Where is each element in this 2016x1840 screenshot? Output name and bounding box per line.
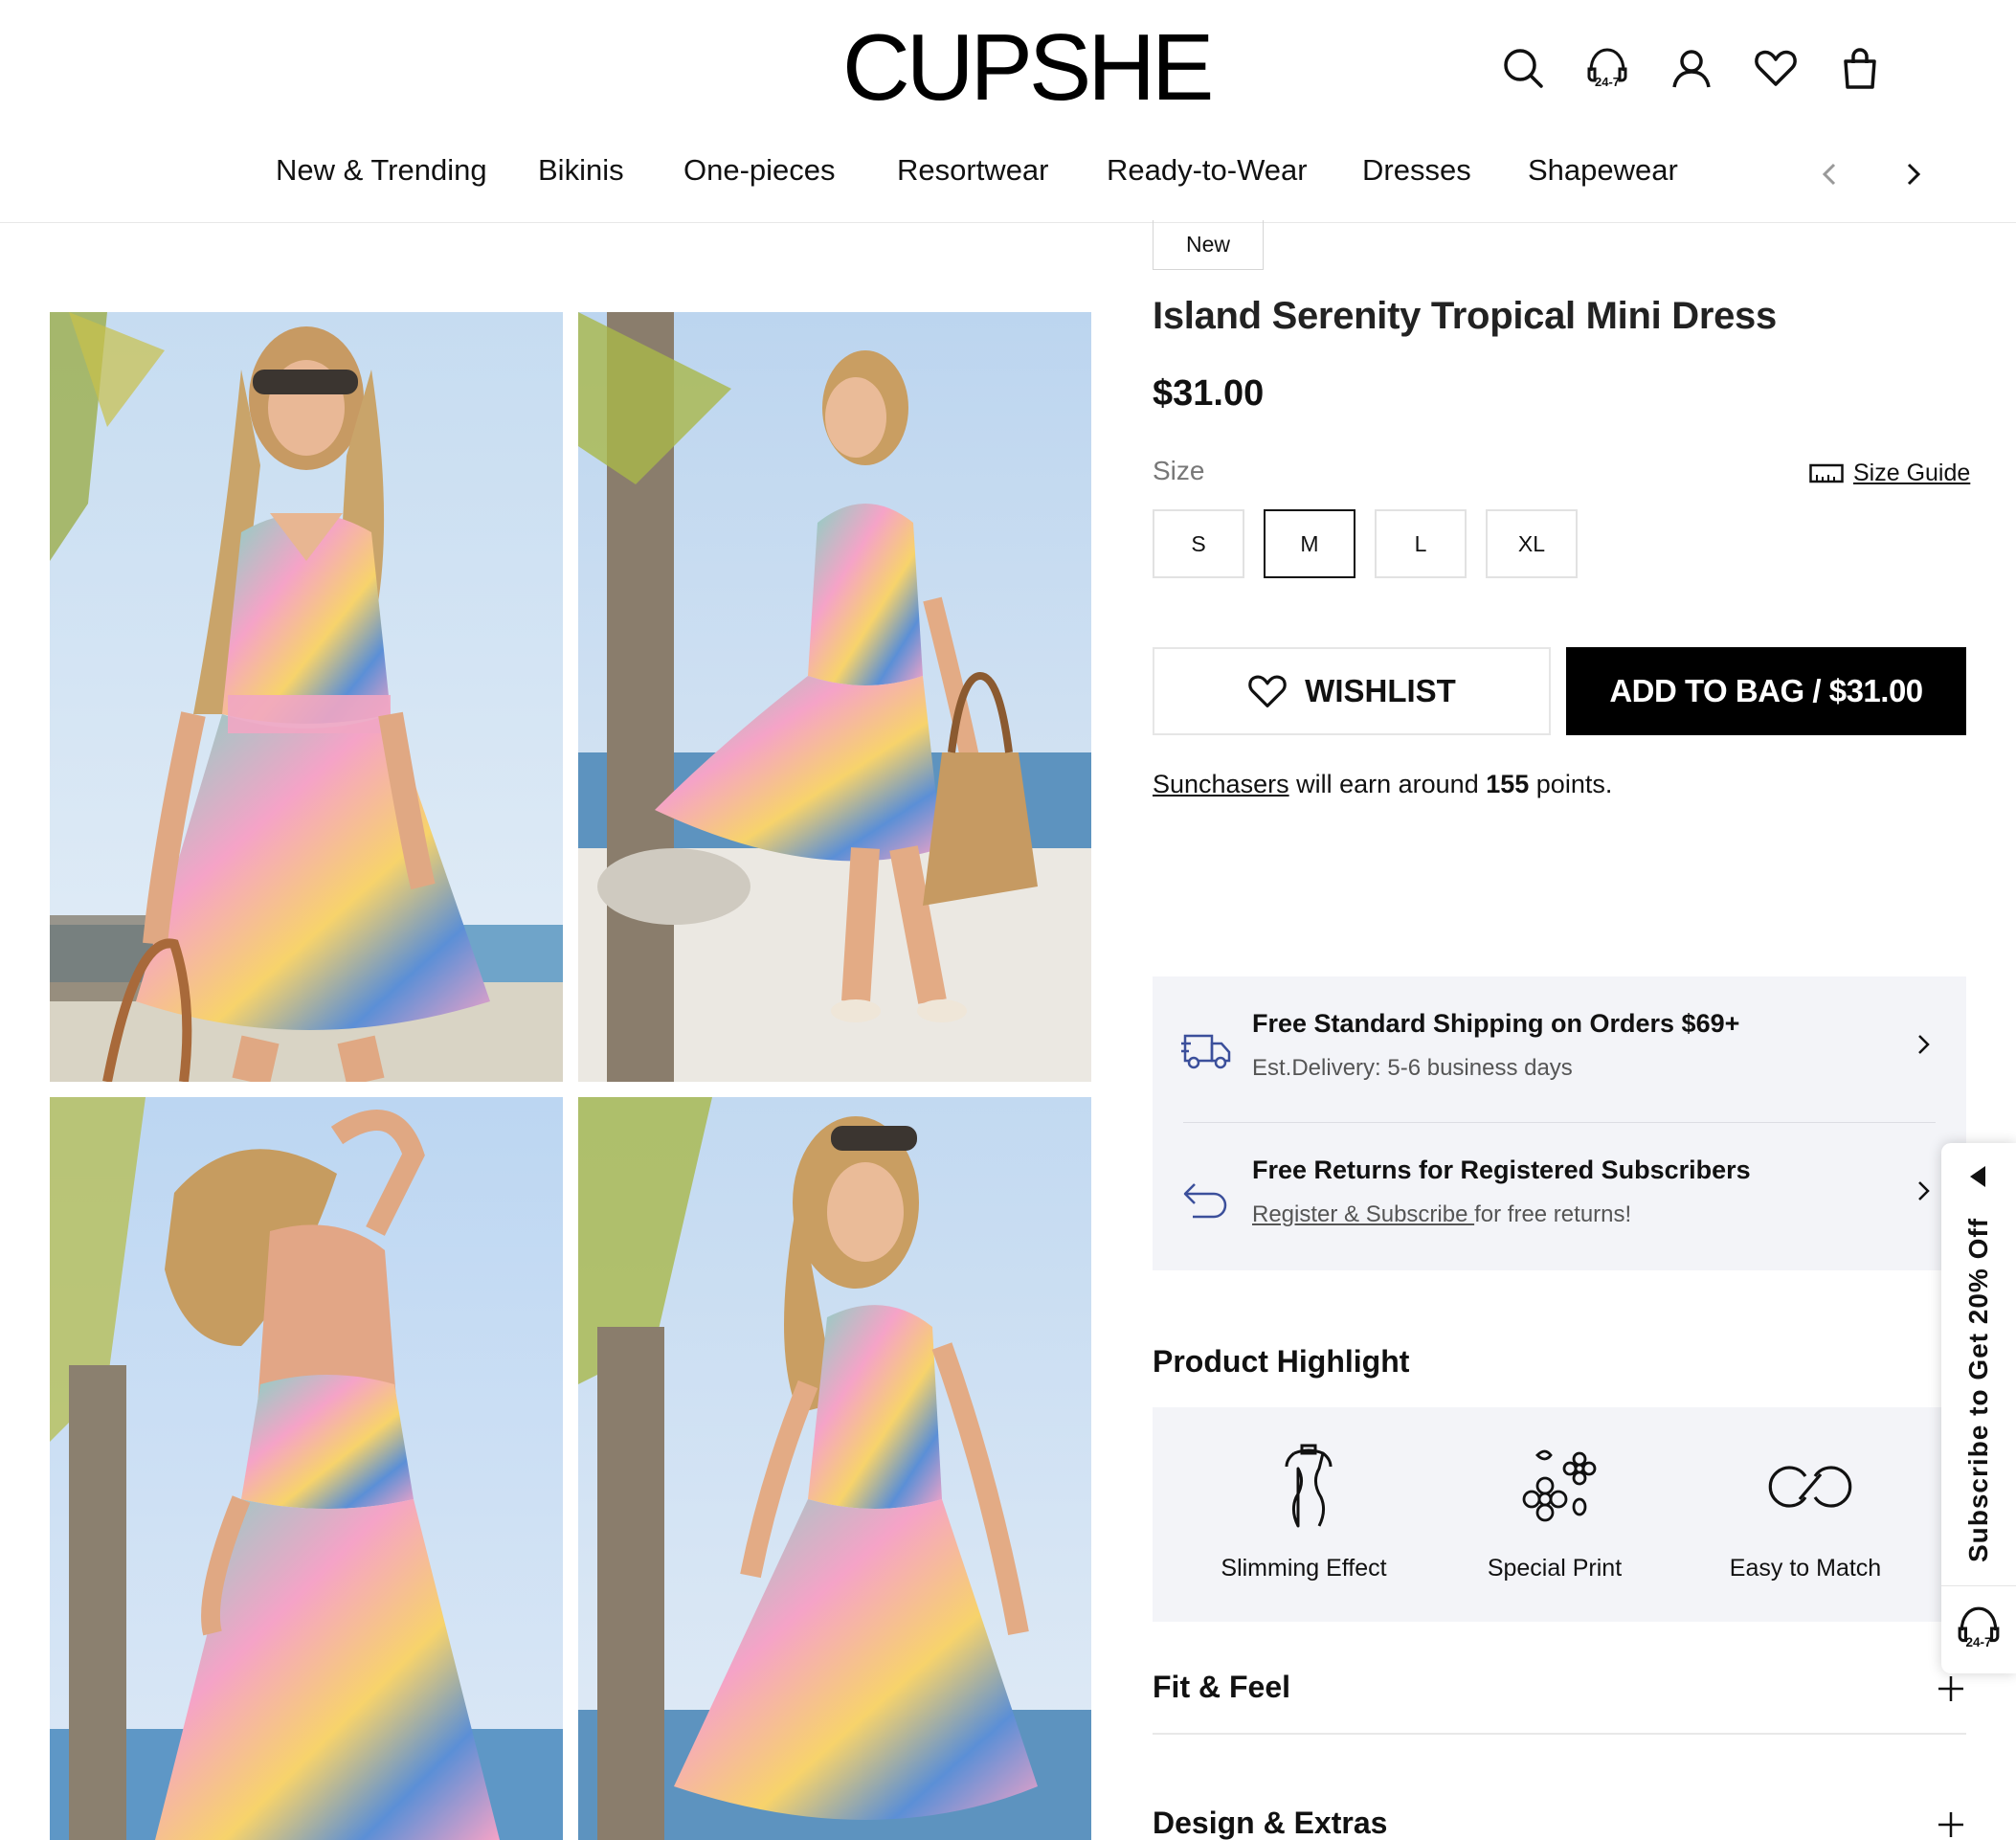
size-option-l[interactable]: L [1375,509,1467,578]
size-guide-link[interactable]: Size Guide [1809,454,1970,492]
wishlist-heart-icon[interactable] [1752,44,1800,92]
highlight-special-print: Special Print [1430,1407,1679,1622]
points-text-pre: will earn around [1288,770,1487,798]
size-option-s[interactable]: S [1153,509,1244,578]
product-title: Island Serenity Tropical Mini Dress [1153,295,1777,337]
register-subscribe-link[interactable]: Register & Subscribe [1252,1201,1474,1227]
size-option-m[interactable]: M [1264,509,1355,578]
ruler-icon [1809,463,1844,483]
nav-item-resortwear[interactable]: Resortwear [897,153,1049,188]
product-price: $31.00 [1153,373,1265,414]
plus-icon [1938,1676,1963,1701]
highlight-easy-to-match: Easy to Match [1681,1407,1930,1622]
estimated-delivery: Est.Delivery: 5-6 business days [1252,1055,1573,1081]
free-returns-text: for free returns! [1474,1201,1632,1227]
header-icons: 24-7 [0,44,2016,92]
add-to-bag-button[interactable]: ADD TO BAG / $31.00 [1566,647,1966,735]
model-back-view-photo[interactable] [50,1097,563,1840]
free-returns-title: Free Returns for Registered Subscribers [1252,1156,1751,1184]
size-guide-label: Size Guide [1853,459,1971,486]
subscribe-discount-tab[interactable]: Subscribe to Get 20% Off 24-7 [1941,1143,2016,1673]
nav-item-new-trending[interactable]: New & Trending [276,153,487,188]
delivery-truck-icon [1181,1034,1231,1069]
product-highlight-panel: Slimming Effect Special Print Easy to Ma… [1153,1407,1966,1622]
return-arrow-icon [1183,1183,1227,1219]
design-extras-accordion[interactable]: Design & Extras [1153,1784,1966,1840]
infinity-rings-icon [1768,1466,1852,1508]
flowers-icon [1522,1449,1597,1522]
svg-text:24-7: 24-7 [1965,1635,1991,1649]
wishlist-button-label: WISHLIST [1305,673,1456,708]
nav-item-shapewear[interactable]: Shapewear [1528,153,1678,188]
shipping-returns-panel: Free Standard Shipping on Orders $69+ Es… [1153,976,1966,1270]
plus-icon [1938,1812,1963,1837]
slimming-effect-label: Slimming Effect [1221,1555,1387,1582]
dress-form-icon [1285,1444,1333,1528]
free-shipping-title: Free Standard Shipping on Orders $69+ [1252,1009,1740,1038]
main-navigation: New & Trending Bikinis One-pieces Resort… [0,153,2016,207]
points-value: 155 [1486,770,1530,798]
model-front-view-photo[interactable] [50,312,563,1082]
highlight-slimming-effect: Slimming Effect [1179,1407,1428,1622]
sunchasers-link[interactable]: Sunchasers [1153,770,1289,798]
site-header: CUPSHE 24-7 New & Trending Bikinis One-p… [0,0,2016,223]
fit-feel-title: Fit & Feel [1153,1670,1291,1704]
product-highlight-heading: Product Highlight [1153,1344,1410,1379]
svg-text:24-7: 24-7 [1595,75,1620,89]
special-print-label: Special Print [1487,1555,1623,1582]
add-to-bag-label: ADD TO BAG / $31.00 [1609,673,1923,708]
wishlist-button[interactable]: WISHLIST [1153,647,1551,735]
account-icon[interactable] [1668,44,1715,92]
points-text-post: points. [1529,770,1613,798]
fit-feel-accordion[interactable]: Fit & Feel [1153,1649,1966,1735]
model-side-view-photo[interactable] [578,1097,1091,1840]
nav-item-bikinis[interactable]: Bikinis [538,153,624,188]
nav-item-ready-to-wear[interactable]: Ready-to-Wear [1107,153,1308,188]
nav-next-arrow-icon[interactable] [1895,157,1930,191]
nav-item-dresses[interactable]: Dresses [1362,153,1471,188]
size-label: Size [1153,456,1205,485]
heart-icon [1248,675,1287,707]
divider [1183,1122,1936,1123]
free-shipping-row[interactable]: Free Standard Shipping on Orders $69+ Es… [1153,976,1966,1120]
collapse-arrow-icon[interactable] [1966,1164,1991,1189]
chevron-right-icon [1918,1035,1930,1054]
easy-to-match-label: Easy to Match [1729,1555,1882,1582]
nav-prev-arrow-icon[interactable] [1813,157,1848,191]
size-option-xl[interactable]: XL [1486,509,1578,578]
new-badge: New [1153,220,1264,270]
divider [1941,1585,2016,1586]
customer-service-icon[interactable]: 24-7 [1956,1604,2002,1650]
customer-service-icon[interactable]: 24-7 [1583,44,1631,92]
chevron-right-icon [1918,1181,1930,1200]
shopping-bag-icon[interactable] [1836,44,1884,92]
search-icon[interactable] [1499,44,1547,92]
model-walking-with-tote-photo[interactable] [578,312,1091,1082]
subscribe-tab-text: Subscribe to Get 20% Off [1963,1217,1993,1563]
nav-item-one-pieces[interactable]: One-pieces [683,153,836,188]
free-returns-row[interactable]: Free Returns for Registered Subscribers … [1153,1127,1966,1270]
points-info: Sunchasers will earn around 155 points. [1153,770,1612,799]
design-extras-title: Design & Extras [1153,1806,1388,1840]
